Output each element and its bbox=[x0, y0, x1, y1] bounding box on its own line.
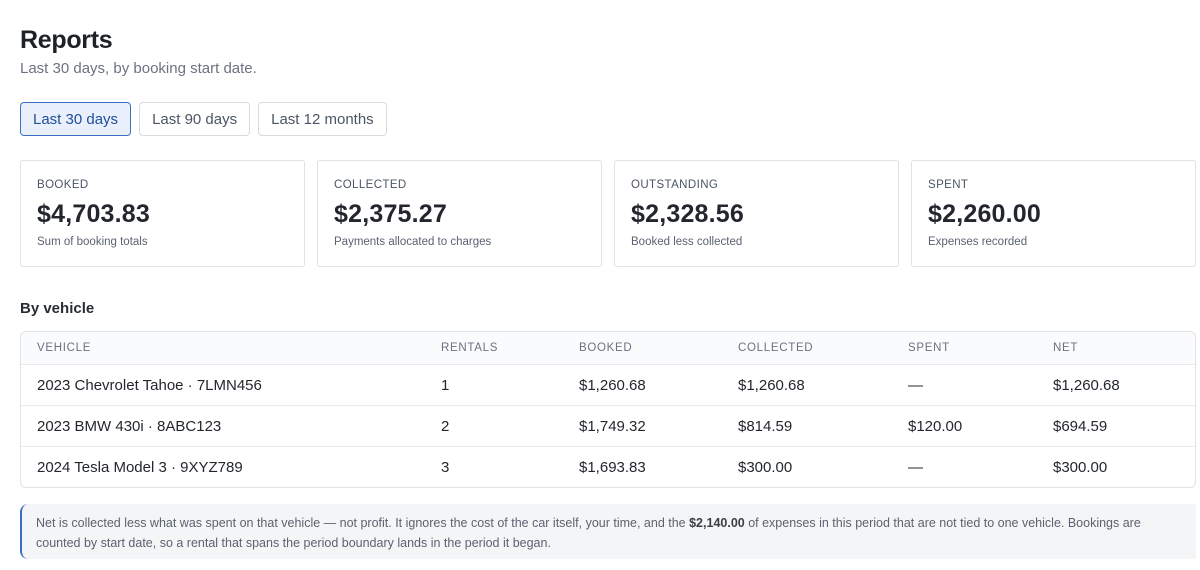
stat-note: Sum of booking totals bbox=[37, 236, 148, 248]
cell-collected: $1,260.68 bbox=[738, 377, 805, 394]
cell-rentals: 3 bbox=[441, 459, 450, 476]
tab-last-90-days[interactable]: Last 90 days bbox=[139, 102, 251, 136]
tab-last-30-days[interactable]: Last 30 days bbox=[20, 102, 132, 136]
stat-card-outstanding: OUTSTANDING $2,328.56 Booked less collec… bbox=[614, 160, 899, 267]
stat-note: Payments allocated to charges bbox=[334, 236, 492, 248]
cell-net: $1,260.68 bbox=[1053, 377, 1120, 394]
note-text-before: Net is collected less what was spent on … bbox=[36, 516, 690, 530]
table-row: 2023 Chevrolet Tahoe · 7LMN456 1 $1,260.… bbox=[21, 365, 1195, 406]
cell-booked: $1,260.68 bbox=[579, 377, 646, 394]
cell-rentals: 1 bbox=[441, 377, 450, 394]
column-header-collected: COLLECTED bbox=[738, 342, 814, 354]
date-range-tabs: Last 30 days Last 90 days Last 12 months bbox=[20, 102, 387, 136]
stat-value: $2,375.27 bbox=[334, 200, 448, 228]
vehicle-table: VEHICLE RENTALS BOOKED COLLECTED SPENT N… bbox=[20, 331, 1196, 488]
cell-net: $300.00 bbox=[1053, 459, 1108, 476]
tab-last-12-months[interactable]: Last 12 months bbox=[258, 102, 387, 136]
stat-value: $4,703.83 bbox=[37, 200, 151, 228]
column-header-rentals: RENTALS bbox=[441, 342, 499, 354]
cell-spent: — bbox=[908, 459, 923, 476]
cell-booked: $1,693.83 bbox=[579, 459, 646, 476]
stat-card-spent: SPENT $2,260.00 Expenses recorded bbox=[911, 160, 1196, 267]
cell-net: $694.59 bbox=[1053, 418, 1108, 435]
stat-label: SPENT bbox=[928, 179, 969, 191]
cell-booked: $1,749.32 bbox=[579, 418, 646, 435]
note-amount: $2,140.00 bbox=[689, 516, 745, 530]
page-subtitle: Last 30 days, by booking start date. bbox=[20, 60, 257, 77]
stat-label: BOOKED bbox=[37, 179, 89, 191]
cell-collected: $814.59 bbox=[738, 418, 793, 435]
stat-label: COLLECTED bbox=[334, 179, 407, 191]
stat-note: Expenses recorded bbox=[928, 236, 1028, 248]
cell-vehicle: 2024 Tesla Model 3 · 9XYZ789 bbox=[37, 459, 243, 476]
stat-value: $2,260.00 bbox=[928, 200, 1042, 228]
column-header-booked: BOOKED bbox=[579, 342, 633, 354]
cell-collected: $300.00 bbox=[738, 459, 793, 476]
stat-value: $2,328.56 bbox=[631, 200, 745, 228]
summary-stats: BOOKED $4,703.83 Sum of booking totals C… bbox=[20, 160, 1196, 267]
page-title: Reports bbox=[20, 26, 113, 54]
column-header-net: NET bbox=[1053, 342, 1079, 354]
column-header-vehicle: VEHICLE bbox=[37, 342, 92, 354]
stat-card-booked: BOOKED $4,703.83 Sum of booking totals bbox=[20, 160, 305, 267]
cell-spent: — bbox=[908, 377, 923, 394]
stat-label: OUTSTANDING bbox=[631, 179, 719, 191]
section-title-by-vehicle: By vehicle bbox=[20, 300, 95, 317]
column-header-spent: SPENT bbox=[908, 342, 950, 354]
table-row: 2024 Tesla Model 3 · 9XYZ789 3 $1,693.83… bbox=[21, 447, 1195, 487]
stat-note: Booked less collected bbox=[631, 236, 743, 248]
stat-card-collected: COLLECTED $2,375.27 Payments allocated t… bbox=[317, 160, 602, 267]
cell-vehicle: 2023 BMW 430i · 8ABC123 bbox=[37, 418, 222, 435]
cell-rentals: 2 bbox=[441, 418, 450, 435]
table-row: 2023 BMW 430i · 8ABC123 2 $1,749.32 $814… bbox=[21, 406, 1195, 447]
table-header: VEHICLE RENTALS BOOKED COLLECTED SPENT N… bbox=[21, 332, 1195, 365]
net-explanation-note: Net is collected less what was spent on … bbox=[20, 504, 1196, 559]
cell-spent: $120.00 bbox=[908, 418, 963, 435]
cell-vehicle: 2023 Chevrolet Tahoe · 7LMN456 bbox=[37, 377, 262, 394]
